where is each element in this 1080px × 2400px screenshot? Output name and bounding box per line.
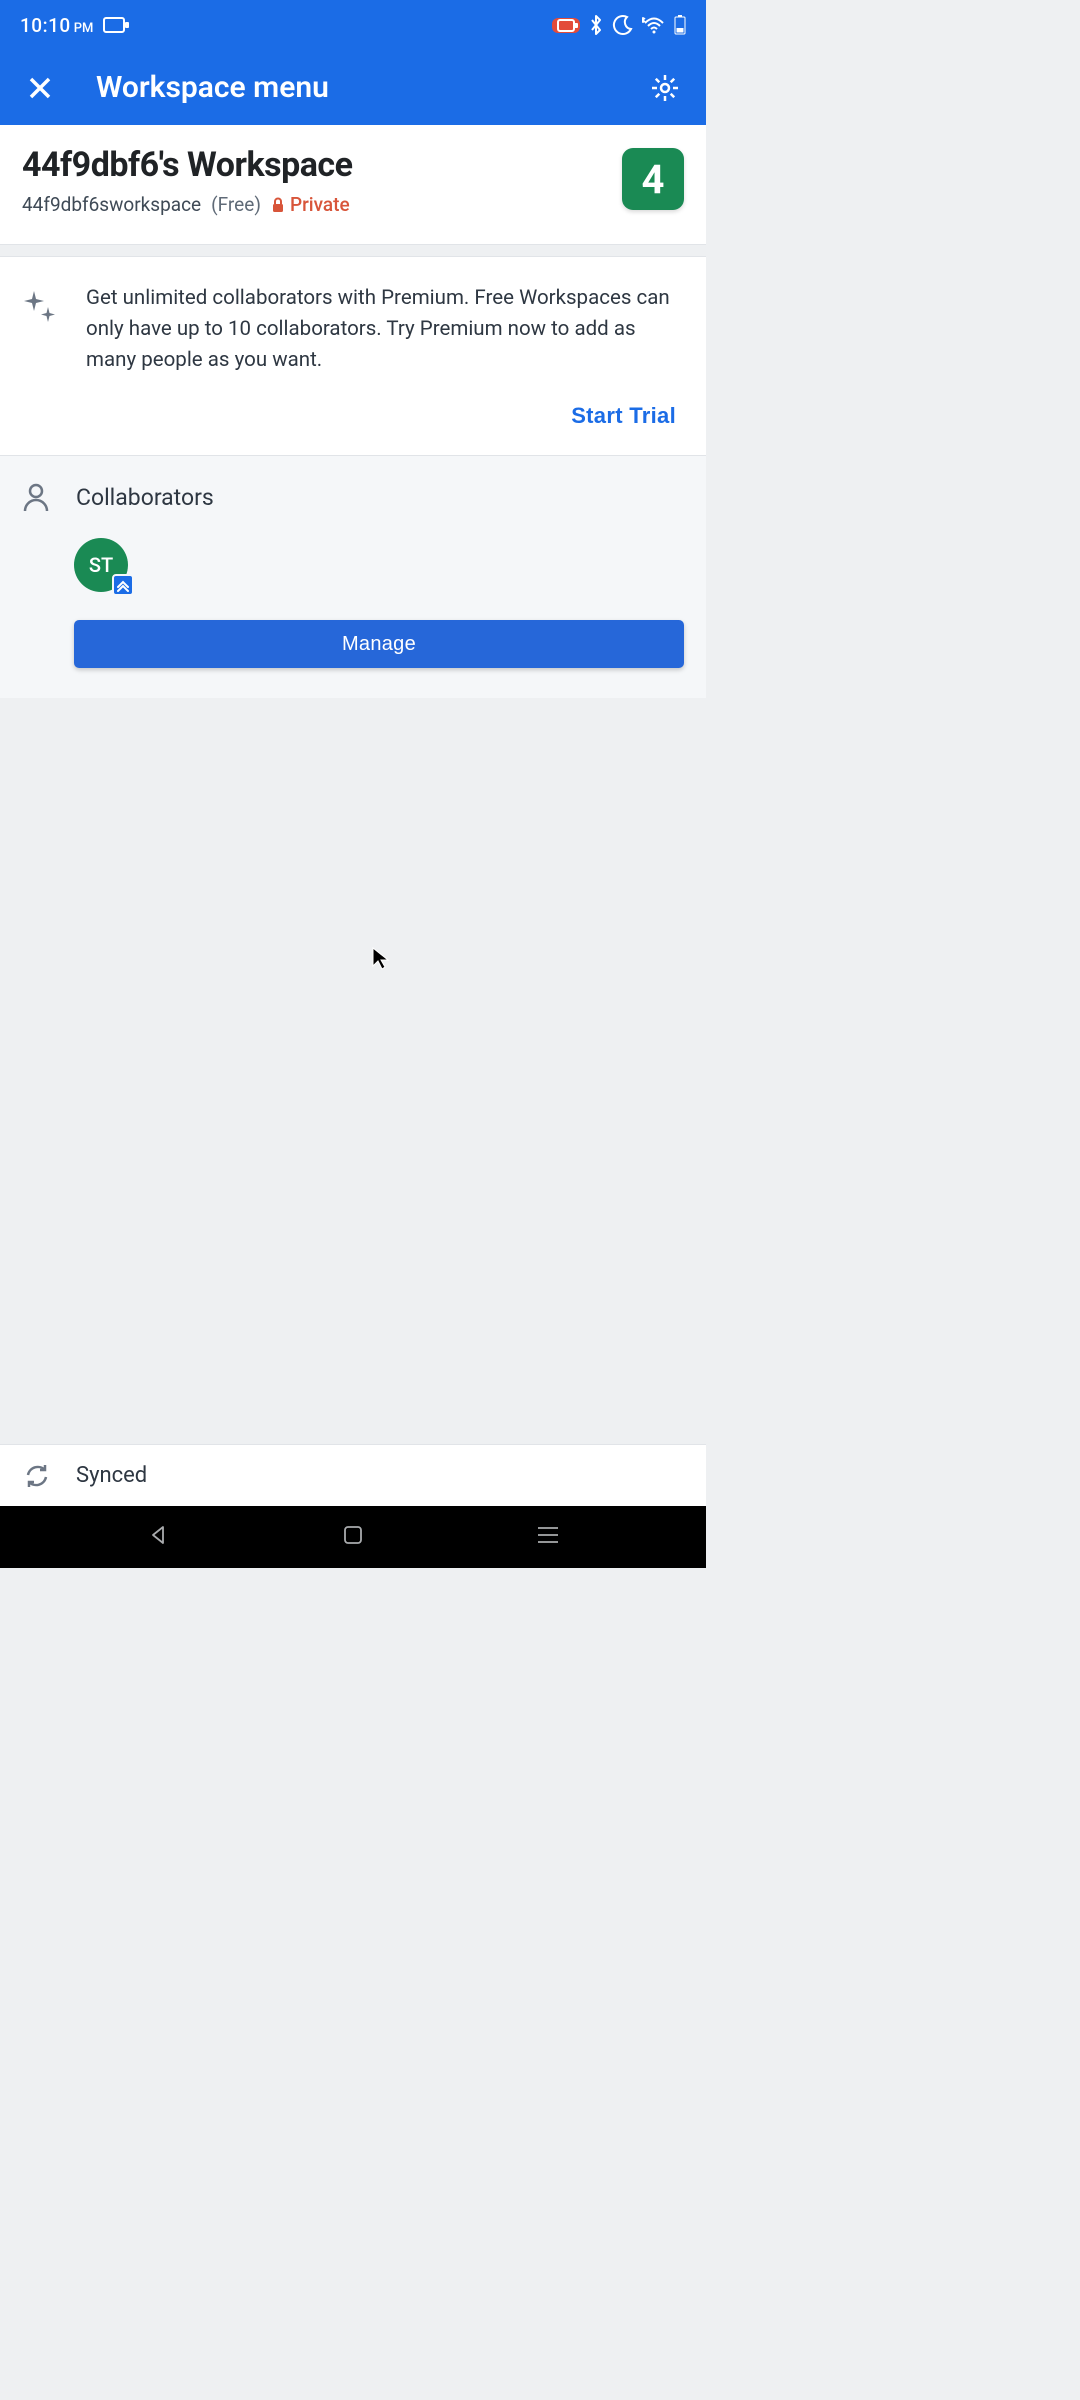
collaborators-title: Collaborators bbox=[76, 484, 214, 511]
nav-back-button[interactable] bbox=[146, 1523, 170, 1551]
manage-button[interactable]: Manage bbox=[74, 620, 684, 668]
recording-badge-icon bbox=[552, 18, 580, 33]
workspace-title: 44f9dbf6's Workspace bbox=[22, 145, 612, 185]
divider bbox=[0, 244, 706, 257]
android-nav-bar bbox=[0, 1506, 706, 1568]
nav-home-button[interactable] bbox=[342, 1524, 364, 1550]
cursor-icon bbox=[370, 946, 394, 970]
app-bar-title: Workspace menu bbox=[96, 70, 329, 105]
close-button[interactable] bbox=[24, 72, 56, 104]
workspace-slug: 44f9dbf6sworkspace bbox=[22, 193, 201, 216]
avatar-role-badge-icon bbox=[112, 574, 134, 596]
status-bar: 10:10PM bbox=[0, 0, 706, 50]
status-right bbox=[552, 14, 686, 36]
sparkle-icon bbox=[22, 287, 60, 375]
sync-icon bbox=[24, 1463, 50, 1489]
screen-record-icon bbox=[103, 17, 125, 33]
bluetooth-icon bbox=[588, 14, 604, 36]
lock-icon bbox=[271, 197, 285, 213]
status-left: 10:10PM bbox=[20, 14, 125, 37]
workspace-badge: 4 bbox=[622, 148, 684, 210]
start-trial-button[interactable]: Start Trial bbox=[571, 403, 676, 429]
workspace-plan: (Free) bbox=[211, 193, 261, 216]
workspace-meta: 44f9dbf6sworkspace (Free) Private bbox=[22, 193, 612, 216]
sync-label: Synced bbox=[76, 1463, 147, 1488]
settings-button[interactable] bbox=[648, 71, 682, 105]
collaborators-card: Collaborators ST Manage bbox=[0, 455, 706, 698]
workspace-privacy: Private bbox=[271, 193, 350, 216]
premium-text: Get unlimited collaborators with Premium… bbox=[86, 283, 676, 375]
collaborator-avatars: ST bbox=[22, 538, 684, 592]
wifi-icon bbox=[642, 15, 666, 35]
workspace-header: 44f9dbf6's Workspace 44f9dbf6sworkspace … bbox=[0, 125, 706, 244]
nav-recent-button[interactable] bbox=[536, 1525, 560, 1549]
premium-upsell-card: Get unlimited collaborators with Premium… bbox=[0, 257, 706, 455]
status-time: 10:10PM bbox=[20, 14, 93, 37]
sync-footer[interactable]: Synced bbox=[0, 1444, 706, 1506]
do-not-disturb-icon bbox=[612, 14, 634, 36]
avatar[interactable]: ST bbox=[74, 538, 128, 592]
app-bar: Workspace menu bbox=[0, 50, 706, 125]
battery-icon bbox=[674, 15, 686, 35]
person-icon bbox=[22, 482, 50, 512]
